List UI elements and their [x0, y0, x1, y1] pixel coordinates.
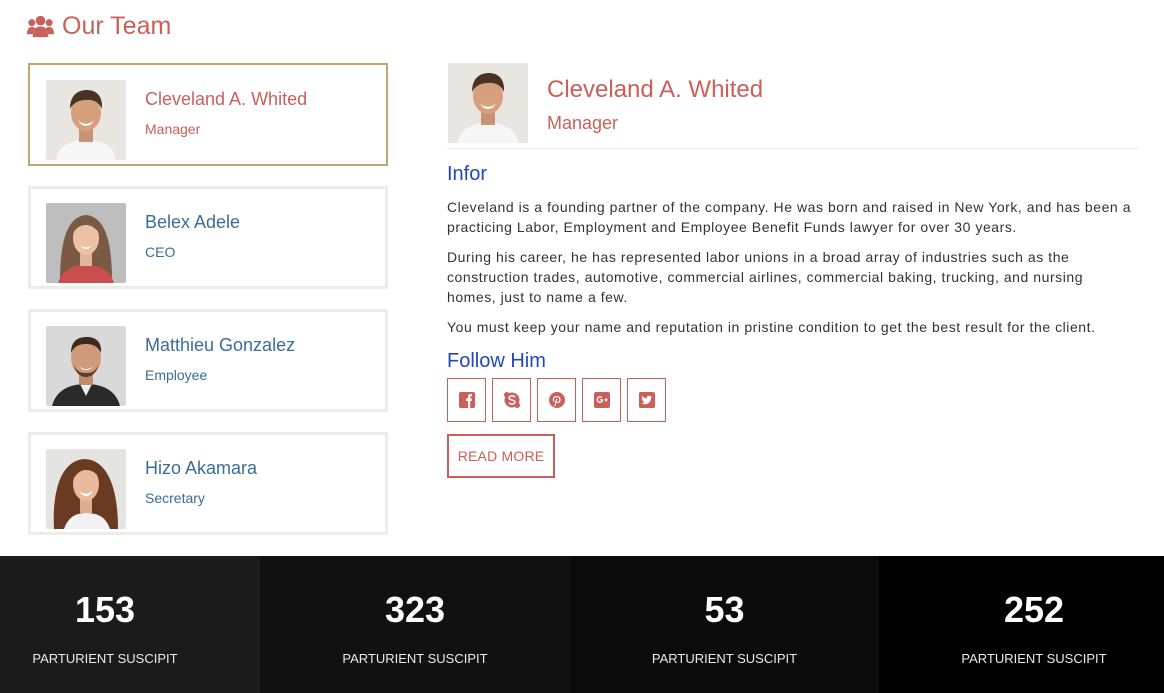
- detail-name: Cleveland A. Whited: [547, 76, 764, 103]
- bio-paragraph: You must keep your name and reputation i…: [447, 319, 1096, 335]
- stat-value: 53: [704, 589, 745, 630]
- stat-item: 53 PARTURIENT SUSCIPIT: [570, 556, 879, 693]
- stat-label: PARTURIENT SUSCIPIT: [961, 651, 1107, 666]
- member-role: CEO: [145, 244, 176, 260]
- stats-bar: 153 PARTURIENT SUSCIPIT 323 PARTURIENT S…: [0, 556, 1164, 693]
- stat-label: PARTURIENT SUSCIPIT: [32, 651, 178, 666]
- avatar: [46, 80, 126, 160]
- follow-heading: Follow Him: [447, 350, 546, 372]
- member-name: Belex Adele: [145, 212, 241, 232]
- section-header: Our Team: [27, 10, 171, 42]
- google-plus-button[interactable]: [582, 378, 621, 422]
- team-member-card-hizo[interactable]: Hizo Akamara Secretary: [28, 432, 388, 535]
- avatar: [448, 63, 528, 143]
- member-name: Hizo Akamara: [145, 458, 258, 478]
- stat-item: 252 PARTURIENT SUSCIPIT: [879, 556, 1164, 693]
- member-name: Matthieu Gonzalez: [145, 335, 296, 355]
- detail-role: Manager: [547, 113, 619, 133]
- facebook-button[interactable]: [447, 378, 486, 422]
- read-more-button[interactable]: READ MORE: [447, 434, 555, 478]
- stat-value: 323: [384, 589, 446, 630]
- team-member-card-matthieu[interactable]: Matthieu Gonzalez Employee: [28, 309, 388, 412]
- stat-label: PARTURIENT SUSCIPIT: [342, 651, 488, 666]
- bio: Cleveland is a founding partner of the c…: [447, 197, 1139, 337]
- pinterest-button[interactable]: [537, 378, 576, 422]
- bio-paragraph: During his career, he has represented la…: [447, 249, 1084, 305]
- info-heading: Infor: [447, 163, 488, 185]
- avatar: [46, 326, 126, 406]
- facebook-icon: [458, 392, 475, 408]
- team-member-card-belex[interactable]: Belex Adele CEO: [28, 186, 388, 289]
- page-title: Our Team: [62, 11, 172, 40]
- member-detail-header: Cleveland A. Whited Manager: [447, 63, 1139, 149]
- google-plus-icon: [593, 392, 610, 408]
- team-member-card-cleveland[interactable]: Cleveland A. Whited Manager: [28, 63, 388, 166]
- stat-value: 153: [74, 589, 136, 630]
- bio-paragraph: Cleveland is a founding partner of the c…: [447, 199, 1132, 235]
- member-detail-panel: Cleveland A. Whited Manager Infor Clevel…: [447, 63, 1139, 478]
- users-icon: [27, 15, 54, 37]
- member-role: Manager: [145, 121, 201, 137]
- stat-item: 323 PARTURIENT SUSCIPIT: [260, 556, 570, 693]
- avatar: [46, 449, 126, 529]
- avatar: [46, 203, 126, 283]
- stat-item: 153 PARTURIENT SUSCIPIT: [0, 556, 260, 693]
- skype-icon: [503, 392, 520, 408]
- stat-value: 252: [1003, 589, 1065, 630]
- team-member-list: Cleveland A. Whited Manager Belex Adele …: [28, 63, 388, 555]
- member-role: Secretary: [145, 490, 205, 506]
- pinterest-icon: [548, 392, 565, 408]
- stat-label: PARTURIENT SUSCIPIT: [651, 651, 798, 666]
- member-name: Cleveland A. Whited: [145, 89, 308, 109]
- social-links: [447, 378, 1139, 422]
- twitter-button[interactable]: [627, 378, 666, 422]
- member-role: Employee: [145, 367, 208, 383]
- twitter-icon: [638, 392, 655, 408]
- skype-button[interactable]: [492, 378, 531, 422]
